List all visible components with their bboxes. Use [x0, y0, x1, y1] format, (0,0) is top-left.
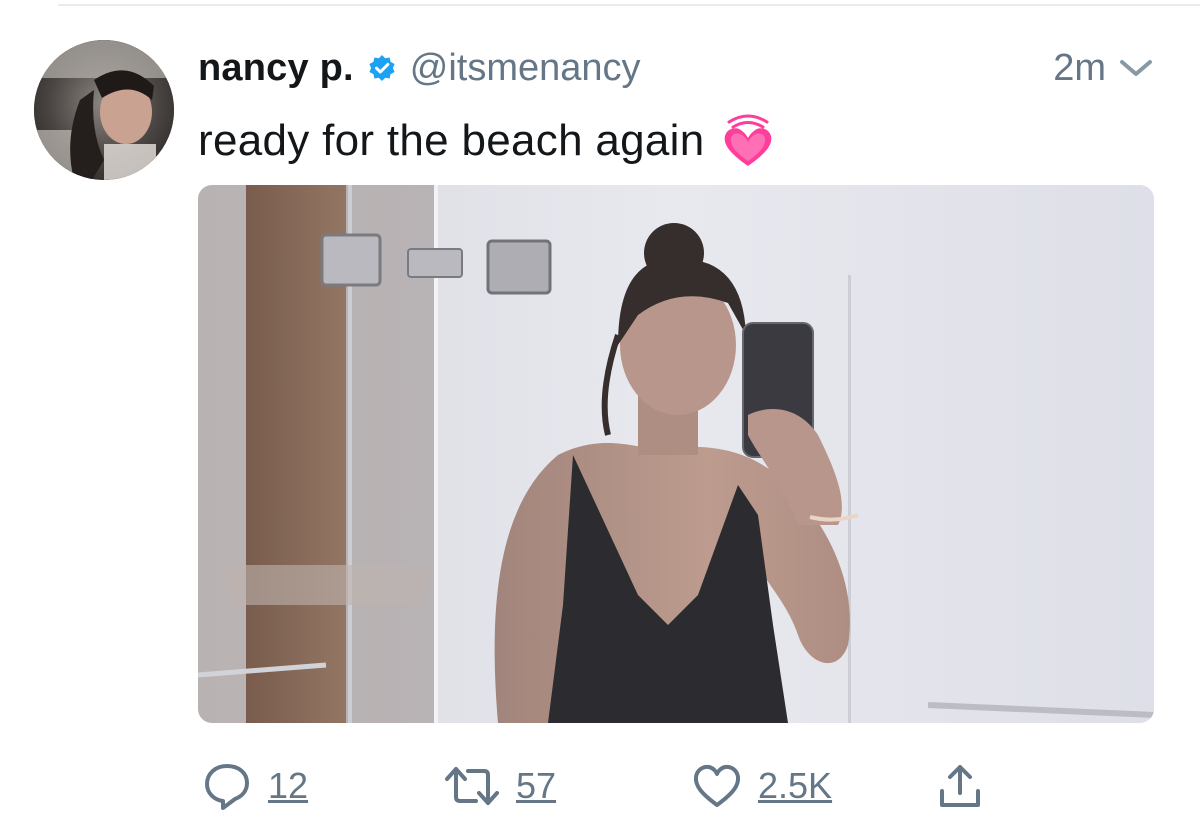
avatar-photo: [34, 40, 174, 180]
like-button[interactable]: 2.5K: [692, 758, 832, 814]
display-name[interactable]: nancy p.: [198, 47, 354, 90]
timestamp[interactable]: 2m: [1053, 47, 1106, 90]
like-count: 2.5K: [758, 765, 833, 806]
tweet-actions: 12 57 2.5K: [198, 758, 998, 814]
tweet-meta: 2m: [1053, 44, 1154, 92]
handle[interactable]: @itsmenancy: [410, 47, 641, 90]
mirror-selfie-photo: [198, 185, 1154, 723]
reply-icon: [205, 764, 249, 810]
tweet-text: ready for the beach again: [198, 116, 705, 165]
avatar[interactable]: [34, 40, 174, 180]
reply-button[interactable]: 12: [202, 758, 308, 814]
growing-heart-icon: [724, 114, 771, 166]
heart-icon: [693, 764, 741, 807]
tweet-header: nancy p. @itsmenancy: [198, 44, 641, 92]
retweet-icon: [445, 767, 499, 805]
retweet-button[interactable]: 57: [444, 758, 556, 814]
share-icon: [940, 765, 980, 807]
chevron-down-icon[interactable]: [1118, 56, 1154, 80]
retweet-count: 57: [516, 765, 557, 806]
share-button[interactable]: [938, 758, 982, 814]
tweet-media[interactable]: [198, 185, 1154, 723]
tweet-text-row: ready for the beach again: [198, 112, 777, 170]
reply-count: 12: [268, 765, 309, 806]
top-divider: [58, 4, 1200, 6]
verified-badge-icon: [368, 54, 396, 82]
